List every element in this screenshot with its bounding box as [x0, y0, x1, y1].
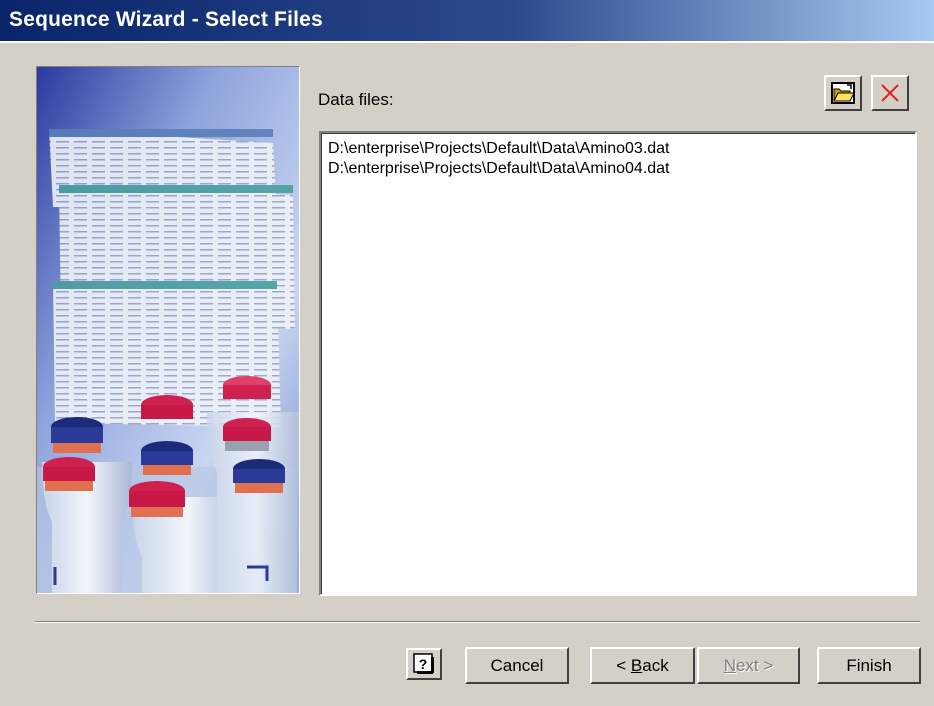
next-button[interactable]: Next > — [697, 647, 800, 684]
cancel-label: Cancel — [490, 655, 544, 675]
window-title: Sequence Wizard - Select Files — [9, 8, 323, 31]
next-label: Next > — [723, 655, 774, 675]
illustration-image — [37, 67, 299, 593]
list-item[interactable]: D:\enterprise\Projects\Default\Data\Amin… — [328, 140, 670, 158]
wizard-illustration — [36, 66, 300, 594]
finish-label: Finish — [846, 655, 892, 675]
help-icon: ? — [413, 653, 434, 674]
help-button[interactable]: ? — [406, 648, 442, 680]
open-folder-icon — [831, 82, 855, 104]
remove-files-button[interactable] — [871, 75, 909, 111]
svg-text:?: ? — [419, 656, 428, 672]
button-separator — [35, 621, 920, 623]
data-files-list[interactable]: D:\enterprise\Projects\Default\Data\Amin… — [319, 131, 917, 596]
delete-x-icon — [881, 84, 899, 102]
wizard-window: Sequence Wizard - Select Files Data file… — [0, 0, 934, 706]
data-files-label: Data files: — [318, 90, 394, 109]
back-label: < Back — [616, 655, 669, 675]
list-item[interactable]: D:\enterprise\Projects\Default\Data\Amin… — [328, 160, 670, 178]
finish-button[interactable]: Finish — [817, 647, 921, 684]
back-button[interactable]: < Back — [590, 647, 695, 684]
add-files-button[interactable] — [824, 75, 862, 111]
cancel-button[interactable]: Cancel — [465, 647, 569, 684]
title-bar[interactable]: Sequence Wizard - Select Files — [0, 0, 934, 43]
